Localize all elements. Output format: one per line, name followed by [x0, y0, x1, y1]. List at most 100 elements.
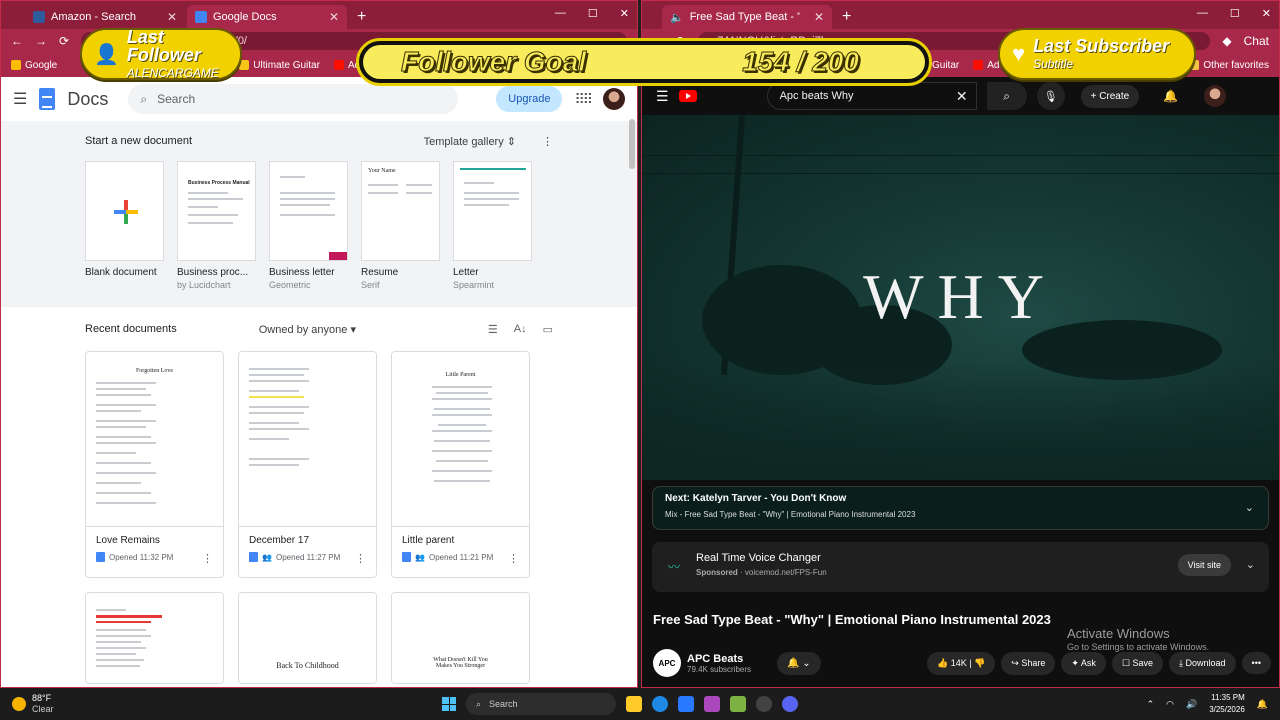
tab-close-icon[interactable]: ✕: [329, 10, 339, 24]
bookmark-label: Guitar: [932, 59, 960, 71]
bookmark-label: Other favorites: [1203, 59, 1269, 71]
last-subscriber-label: Last Subscriber: [1033, 36, 1170, 56]
doc-card[interactable]: Back To Childhood: [238, 592, 377, 684]
doc-card[interactable]: December 17 👥 Opened 11:27 PM ⋮: [238, 351, 377, 578]
outlook-icon[interactable]: [678, 696, 694, 712]
doc-more-icon[interactable]: ⋮: [202, 552, 213, 565]
new-tab-button[interactable]: +: [834, 5, 859, 29]
notifications-icon[interactable]: 🔔: [1257, 699, 1268, 710]
template-gallery-button[interactable]: Template gallery ⇕: [424, 135, 516, 148]
download-button[interactable]: ⤓ Download: [1169, 651, 1236, 675]
main-menu-icon[interactable]: ☰: [13, 89, 27, 109]
taskbar-apps: ⌕ Search: [442, 693, 798, 715]
ad-title: Real Time Voice Changer: [696, 552, 821, 564]
chevron-down-icon[interactable]: ⌄: [1246, 558, 1255, 571]
bookmark-google[interactable]: Google: [11, 60, 57, 71]
chat-button[interactable]: Chat: [1244, 34, 1269, 48]
minimize-button[interactable]: —: [1197, 7, 1208, 20]
forward-icon[interactable]: →: [35, 34, 47, 48]
more-actions-button[interactable]: •••: [1241, 652, 1271, 674]
bookmark-ultimate-guitar[interactable]: Ultimate Guitar: [239, 60, 320, 71]
template-business-process[interactable]: Business Process Manual Business proc...…: [177, 161, 256, 290]
mic-icon[interactable]: 🎙: [1036, 82, 1065, 110]
scrollbar[interactable]: [629, 119, 635, 169]
clear-search-icon[interactable]: ✕: [956, 88, 968, 105]
account-avatar[interactable]: [603, 88, 625, 110]
doc-card[interactable]: [85, 592, 224, 684]
chevron-down-icon[interactable]: ⌄: [1245, 501, 1254, 514]
docs-search-input[interactable]: ⌕ Search: [128, 84, 459, 114]
template-letter[interactable]: Letter Spearmint: [453, 161, 532, 290]
obs-icon[interactable]: [756, 696, 772, 712]
bookmark-guitar[interactable]: Guitar: [932, 60, 959, 71]
copilot-icon[interactable]: ◆: [1222, 34, 1231, 48]
tray-chevron-icon[interactable]: ⌃: [1147, 699, 1155, 710]
voicemod-icon: 〰: [668, 560, 681, 574]
share-button[interactable]: ↪ Share: [1001, 651, 1056, 675]
ask-label: Ask: [1080, 657, 1096, 668]
new-tab-button[interactable]: +: [349, 5, 374, 29]
doc-card[interactable]: What Doesn't Kill You Makes You Stronger: [391, 592, 530, 684]
adobe-icon: [973, 60, 984, 70]
more-options-icon[interactable]: ⋮: [542, 135, 553, 148]
video-player[interactable]: WHY: [642, 115, 1279, 480]
list-view-icon[interactable]: ☰: [488, 323, 498, 336]
network-icon[interactable]: ◠: [1166, 699, 1174, 710]
tab-google-docs[interactable]: Google Docs ✕: [187, 5, 347, 29]
yt-search-button[interactable]: ⌕: [986, 82, 1027, 110]
discord-icon[interactable]: [782, 696, 798, 712]
clock[interactable]: 11:35 PM 3/25/2026: [1209, 692, 1245, 716]
close-window-button[interactable]: ✕: [1262, 7, 1271, 20]
close-window-button[interactable]: ✕: [620, 7, 629, 20]
subscription-bell-button[interactable]: 🔔 ⌄: [777, 651, 821, 675]
folder-icon[interactable]: ▭: [543, 323, 553, 336]
template-resume[interactable]: Your Name Resume Serif: [361, 161, 440, 290]
yt-search-input[interactable]: Apc beats Why ✕: [766, 82, 977, 110]
doc-card[interactable]: Forgotten Love Love Remains Opened 11:32…: [85, 351, 224, 578]
ask-button[interactable]: ✦ Ask: [1061, 651, 1106, 675]
sponsored-ad-card[interactable]: 〰 Real Time Voice Changer Sponsored · vo…: [652, 542, 1269, 592]
docs-logo-icon[interactable]: [39, 88, 56, 110]
youtube-logo-icon[interactable]: [678, 90, 697, 102]
weather-widget[interactable]: 88°F Clear: [0, 693, 54, 715]
search-icon: ⌕: [140, 91, 148, 106]
bookmark-other-favorites[interactable]: Other favorites: [1189, 60, 1269, 71]
template-business-letter[interactable]: Business letter Geometric: [269, 161, 348, 290]
maximize-button[interactable]: ☐: [588, 7, 598, 20]
owned-by-dropdown[interactable]: Owned by anyone ▾: [259, 323, 356, 336]
tab-youtube[interactable]: 🔈 Free Sad Type Beat - "Why" | E ✕: [662, 5, 832, 29]
edge-icon[interactable]: [652, 696, 668, 712]
start-new-heading: Start a new document: [85, 135, 193, 147]
tab-close-icon[interactable]: ✕: [167, 10, 177, 24]
notifications-bell-icon[interactable]: 🔔: [1163, 89, 1178, 103]
doc-card[interactable]: Little Parent Little parent 👥 Opened 11:2…: [391, 351, 530, 578]
channel-name[interactable]: APC Beats: [687, 653, 751, 665]
channel-avatar[interactable]: APC: [653, 649, 681, 677]
like-button[interactable]: 👍 14K | 👎: [927, 651, 996, 675]
save-button[interactable]: ☐ Save: [1111, 651, 1164, 675]
copilot-icon[interactable]: [704, 696, 720, 712]
upgrade-button[interactable]: Upgrade: [496, 86, 563, 112]
yt-menu-icon[interactable]: ☰: [656, 88, 669, 105]
up-next-card[interactable]: Next: Katelyn Tarver - You Don't Know Mi…: [652, 486, 1269, 530]
volume-icon[interactable]: 🔊: [1186, 699, 1197, 710]
store-icon[interactable]: [730, 696, 746, 712]
taskbar-search[interactable]: ⌕ Search: [466, 693, 616, 715]
tab-close-icon[interactable]: ✕: [814, 10, 824, 24]
visit-site-button[interactable]: Visit site: [1177, 554, 1231, 576]
doc-more-icon[interactable]: ⋮: [355, 552, 366, 565]
start-button-icon[interactable]: [442, 697, 456, 711]
template-name: Business proc...: [177, 267, 249, 278]
yt-account-avatar[interactable]: [1204, 85, 1227, 107]
template-blank[interactable]: Blank document: [85, 161, 164, 290]
create-button[interactable]: + Create: [1080, 84, 1140, 108]
minimize-button[interactable]: —: [555, 7, 566, 20]
doc-more-icon[interactable]: ⋮: [508, 552, 519, 565]
file-explorer-icon[interactable]: [626, 696, 642, 712]
apps-grid-icon[interactable]: ⠿⠿: [574, 91, 592, 108]
maximize-button[interactable]: ☐: [1230, 7, 1240, 20]
sort-icon[interactable]: A↓: [514, 323, 527, 336]
tab-amazon[interactable]: Amazon - Search ✕: [25, 5, 185, 29]
back-icon[interactable]: ←: [11, 34, 23, 48]
reload-icon[interactable]: ⟳: [59, 34, 69, 48]
